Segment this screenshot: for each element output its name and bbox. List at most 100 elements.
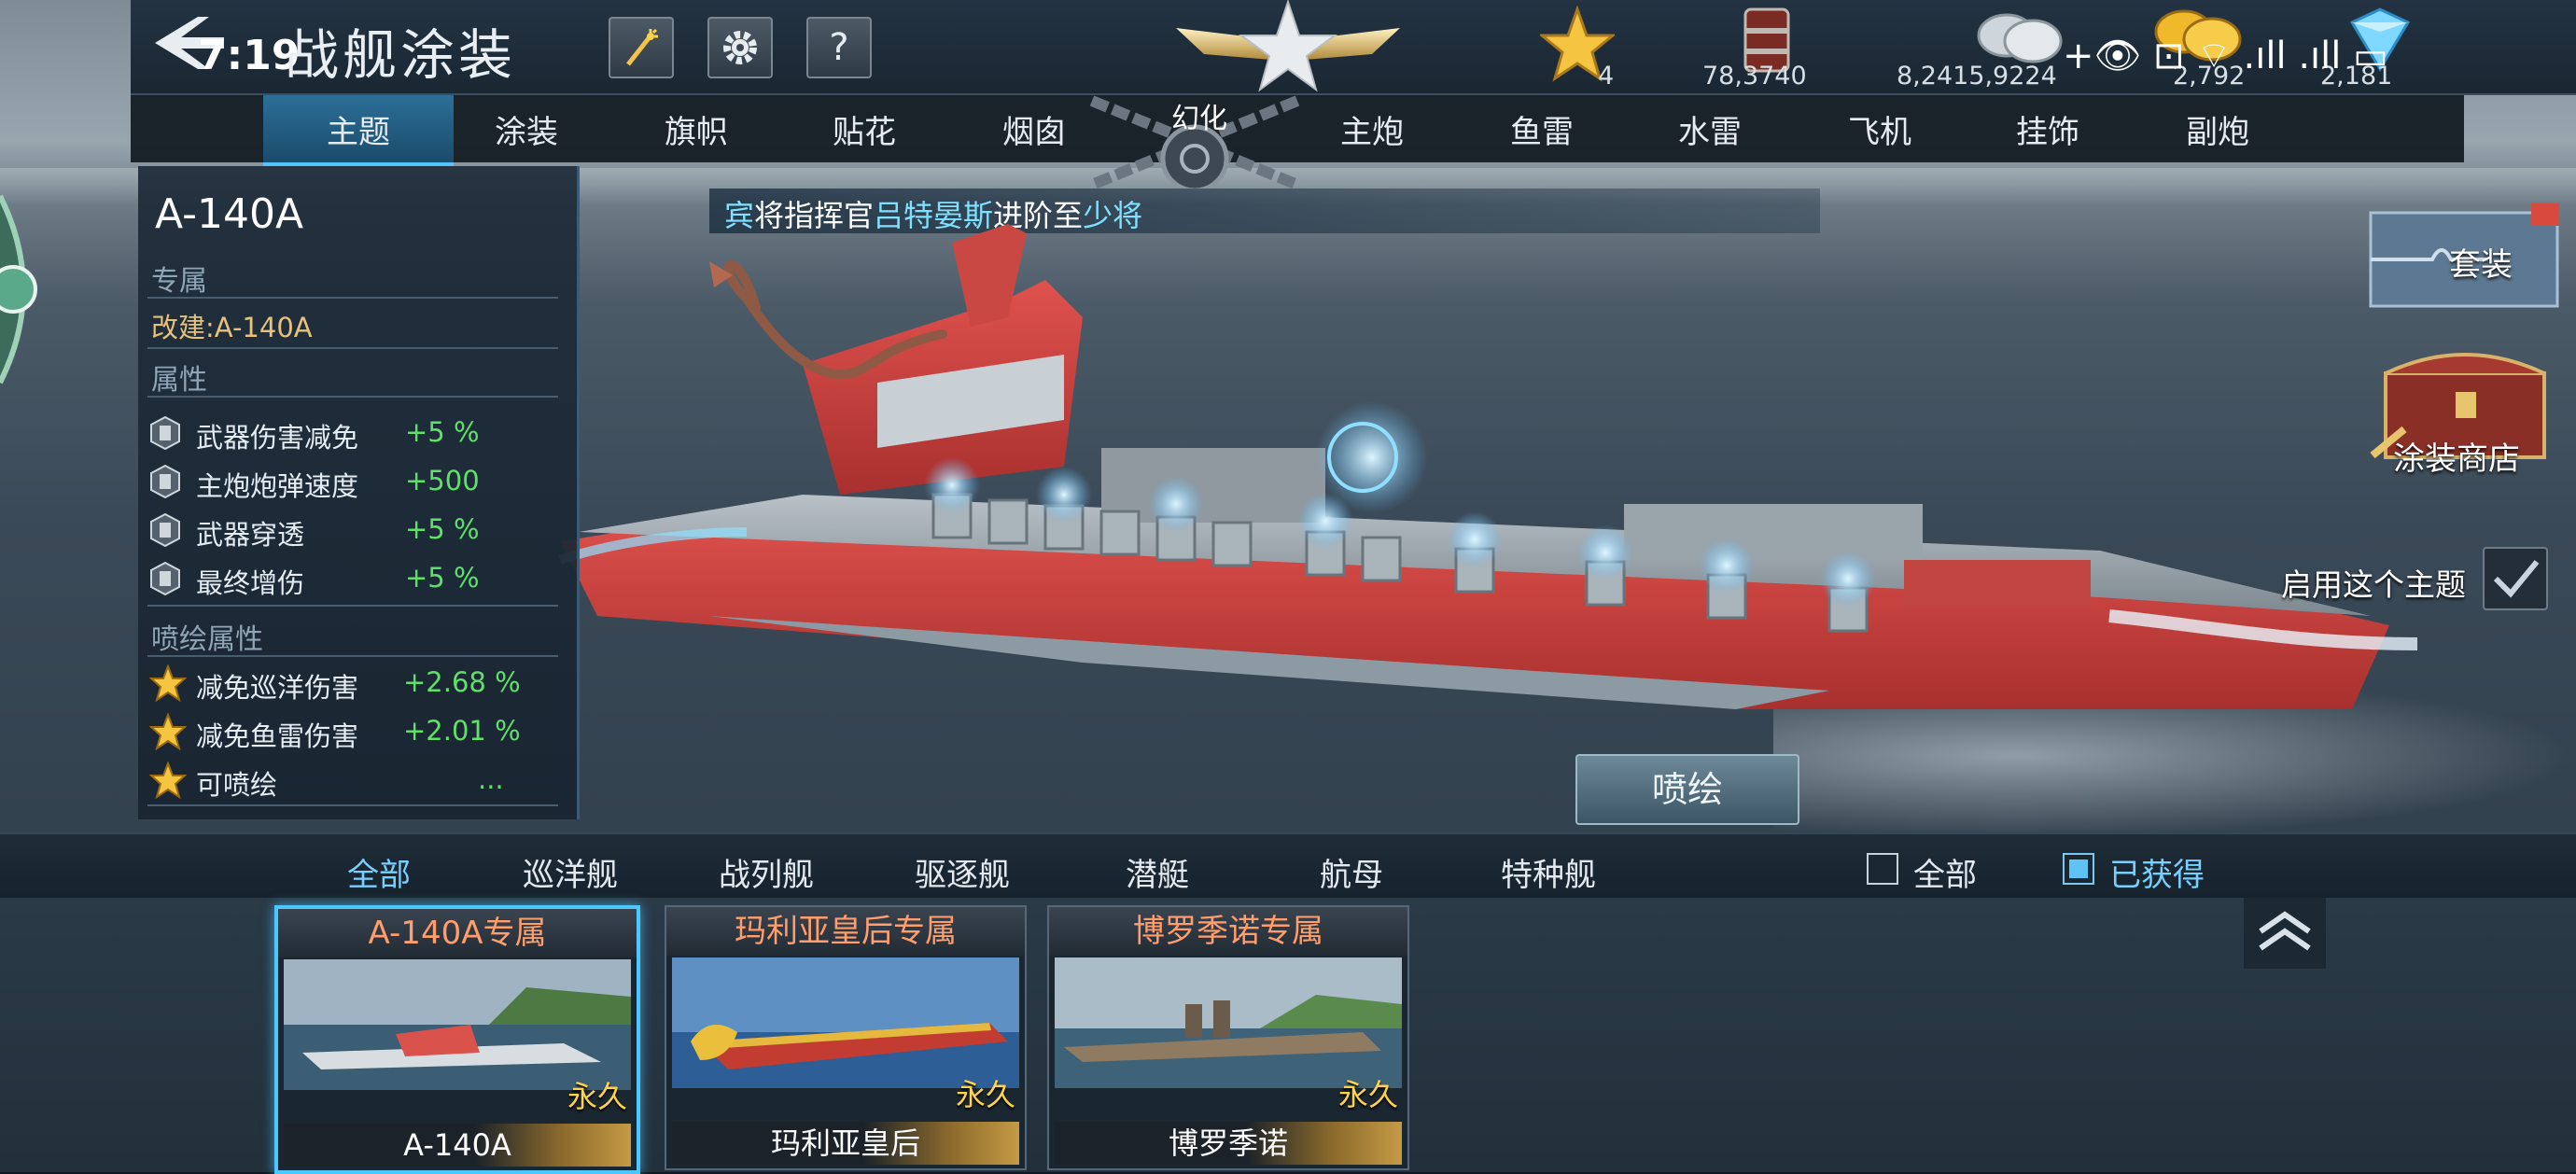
attribute-row: 武器穿透 +5 % [147,511,567,551]
resource-oil-value: 78,3740 [1702,62,1807,91]
set-button[interactable]: 套装 [2367,203,2572,343]
attribute-name: 武器穿透 [196,519,305,551]
filter-all-checkbox[interactable] [1867,853,1898,885]
skin-duration: 永久 [1337,1077,1398,1112]
left-edge-orb [0,194,37,384]
status-bar-icons: +👁 ⊡ ⌔ .ıll .ıll ▭ [2063,35,2388,77]
divider [147,655,558,657]
fireworks-button[interactable] [609,17,674,78]
attribute-name: 武器伤害减免 [196,422,359,454]
category-special[interactable]: 特种舰 [1501,849,1596,895]
category-carrier[interactable]: 航母 [1320,849,1383,895]
attribute-name: 最终增伤 [196,567,305,599]
tab-flag[interactable]: 旗帜 [665,106,728,152]
exclusive-label: 专属 [151,265,207,298]
attribute-row: 武器伤害减免 +5 % [147,414,567,454]
spray-attribute-name: 减免鱼雷伤害 [196,720,359,752]
spray-attribute-value: +2.01 % [403,715,521,747]
skin-ship-name: 玛利亚皇后 [672,1122,1019,1165]
gold-star-icon [149,713,187,750]
tab-secondary-gun[interactable]: 副炮 [2186,106,2249,152]
divider [147,396,558,398]
settings-button[interactable] [707,17,773,78]
category-destroyer[interactable]: 驱逐舰 [915,849,1010,895]
skin-card[interactable]: 博罗季诺专属 永久 博罗季诺 [1047,905,1409,1170]
skin-title: 博罗季诺专属 [1049,907,1407,956]
skin-card[interactable]: 玛利亚皇后专属 永久 玛利亚皇后 [665,905,1027,1170]
rank-emblem-icon [1176,0,1400,92]
tab-chimney[interactable]: 烟囱 [1002,106,1066,152]
category-battleship[interactable]: 战列舰 [719,849,814,895]
attribute-value: +5 % [405,416,480,448]
skin-duration: 永久 [567,1079,627,1114]
attributes-label: 属性 [151,364,207,397]
spray-attribute-value: ... [478,763,504,795]
set-label: 套装 [2449,246,2513,284]
checkmark-icon [2493,560,2540,598]
paint-shop-button[interactable]: 涂装商店 [2367,345,2572,485]
resource-star-value: 4 [1598,62,1615,91]
refit-text: 改建:A-140A [151,312,313,343]
hexagon-armor-icon [150,562,180,595]
skin-card[interactable]: A-140A专属 永久 A-140A [274,905,640,1174]
divider [147,347,558,349]
attribute-value: +500 [405,465,480,496]
spray-button[interactable]: 喷绘 [1575,754,1799,825]
resource-silver-value: 8,2415,9224 [1897,62,2057,91]
filter-owned-label[interactable]: 已获得 [2109,849,2205,895]
gear-icon [723,31,757,64]
spray-attribute-row: 可喷绘 ... [147,762,567,801]
attribute-row: 最终增伤 +5 % [147,560,567,599]
skin-ship-name: A-140A [284,1124,631,1167]
filter-all-label[interactable]: 全部 [1913,849,1977,895]
ship-category-bar: 全部 巡洋舰 战列舰 驱逐舰 潜艇 航母 特种舰 全部 已获得 [0,832,2576,900]
collapse-list-button[interactable] [2244,898,2326,969]
divider [147,804,558,806]
skin-title: A-140A专属 [278,909,637,957]
battleship-model [558,224,2418,709]
help-button[interactable]: ? [806,17,872,78]
tab-fantasy[interactable]: 幻化 [1171,95,1227,136]
divider [147,297,558,299]
gold-star-icon [149,664,187,702]
hexagon-armor-icon [150,465,180,498]
ship-name: A-140A [155,190,304,238]
tab-paint[interactable]: 涂装 [495,106,558,152]
hexagon-armor-icon [150,416,180,450]
enable-theme-checkbox[interactable] [2483,547,2548,610]
skin-title: 玛利亚皇后专属 [666,907,1025,956]
filter-owned-checkbox[interactable] [2063,853,2094,885]
skin-preview-image [284,959,631,1090]
help-icon: ? [829,26,849,69]
page-title: 战舰涂装 [285,23,517,87]
hexagon-armor-icon [150,513,180,547]
attribute-row: 主炮炮弹速度 +500 [147,463,567,502]
skin-duration: 永久 [955,1077,1015,1112]
spray-attribute-name: 减免巡洋伤害 [196,672,359,704]
tab-main-gun[interactable]: 主炮 [1340,106,1404,152]
tab-mine[interactable]: 水雷 [1678,106,1742,152]
spray-attribute-row: 减免巡洋伤害 +2.68 % [147,664,567,704]
skin-ship-name: 博罗季诺 [1055,1122,1402,1165]
paint-shop-label: 涂装商店 [2393,440,2520,478]
skin-preview-image [1055,957,1402,1088]
category-all[interactable]: 全部 [347,849,411,895]
spray-attribute-row: 减免鱼雷伤害 +2.01 % [147,713,567,752]
tab-aircraft[interactable]: 飞机 [1848,106,1911,152]
enable-theme-label: 启用这个主题 [2281,566,2466,603]
skin-preview-image [672,957,1019,1088]
category-cruiser[interactable]: 巡洋舰 [523,849,618,895]
gold-star-icon [149,762,187,799]
tab-theme[interactable]: 主题 [327,106,390,152]
tab-ornament[interactable]: 挂饰 [2016,106,2079,152]
attribute-name: 主炮炮弹速度 [196,470,359,502]
divider [147,605,558,607]
ship-info-panel: A-140A 专属 改建:A-140A 属性 武器伤害减免 +5 % 主炮炮弹速… [138,166,580,819]
double-chevron-up-icon [2259,911,2311,951]
enable-theme-toggle[interactable]: 启用这个主题 [2268,547,2548,610]
fireworks-icon [626,28,658,66]
tab-decal[interactable]: 贴花 [833,106,896,152]
tab-torpedo[interactable]: 鱼雷 [1510,106,1574,152]
category-submarine[interactable]: 潜艇 [1126,849,1189,895]
attribute-value: +5 % [405,513,480,545]
